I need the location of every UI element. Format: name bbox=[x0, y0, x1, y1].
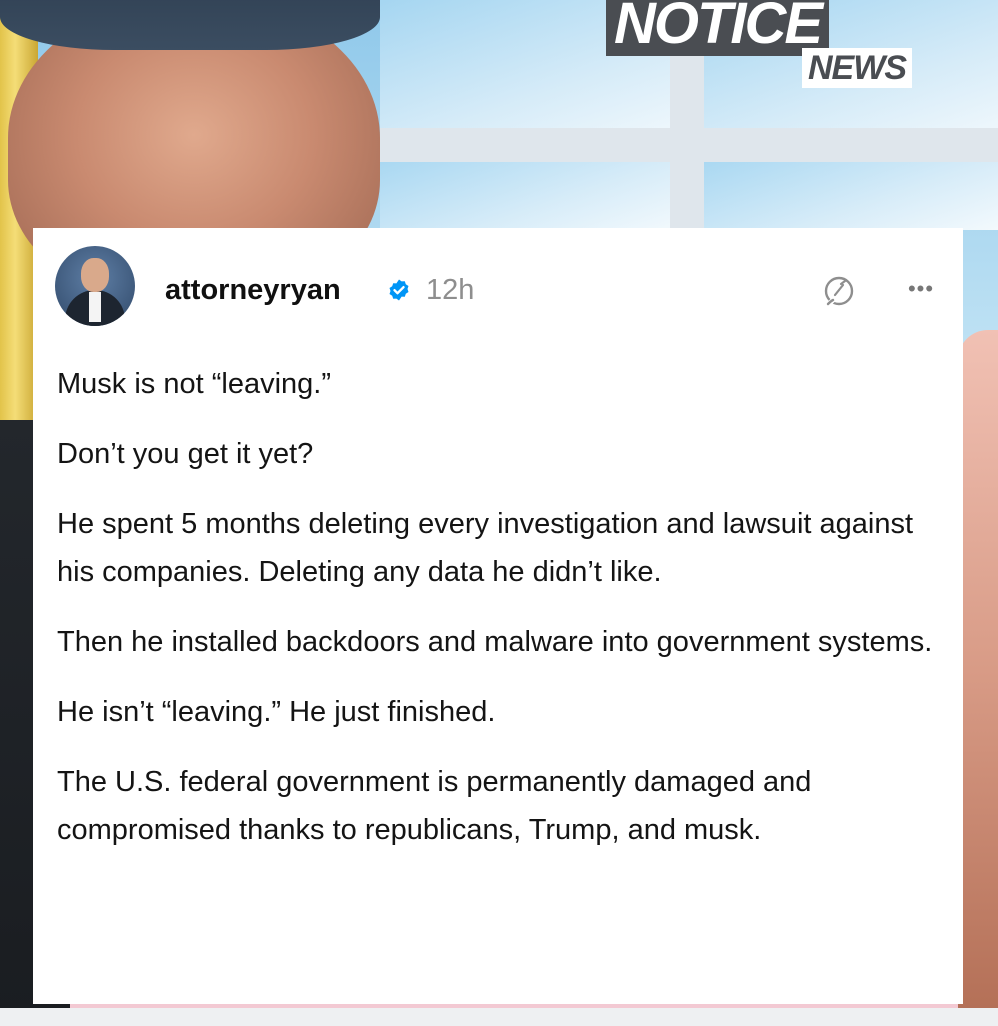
window-pane bbox=[700, 160, 998, 230]
person-photo-right bbox=[958, 330, 998, 1008]
threads-icon[interactable] bbox=[821, 273, 857, 309]
post-body: Musk is not “leaving.” Don’t you get it … bbox=[57, 360, 937, 876]
post-timestamp: 12h bbox=[426, 274, 475, 306]
avatar-shirt bbox=[89, 292, 101, 322]
post-paragraph: Don’t you get it yet? bbox=[57, 438, 314, 470]
post-paragraph: The U.S. federal government is permanent… bbox=[57, 766, 812, 846]
more-options-icon[interactable]: ••• bbox=[901, 274, 941, 304]
post-paragraph: Musk is not “leaving.” bbox=[57, 368, 331, 400]
username[interactable]: attorneyryan bbox=[165, 272, 341, 308]
post-paragraph: He spent 5 months deleting every investi… bbox=[57, 508, 914, 588]
avatar-head bbox=[81, 258, 109, 292]
bottom-strip bbox=[0, 1008, 998, 1026]
window-pane bbox=[380, 160, 680, 230]
threads-post-card: attorneyryan 12h ••• Musk is not “leavin… bbox=[33, 228, 963, 1004]
post-paragraph: Then he installed backdoors and malware … bbox=[57, 626, 933, 658]
avatar[interactable] bbox=[55, 246, 135, 326]
cap bbox=[0, 0, 380, 50]
logo-news-text: NEWS bbox=[802, 48, 912, 88]
verified-badge-icon bbox=[389, 279, 409, 301]
window-frame bbox=[380, 128, 998, 162]
notice-news-logo: NOTICE NEWS bbox=[606, 0, 936, 92]
logo-notice-text: NOTICE bbox=[606, 0, 830, 56]
post-paragraph: He isn’t “leaving.” He just finished. bbox=[57, 696, 496, 728]
